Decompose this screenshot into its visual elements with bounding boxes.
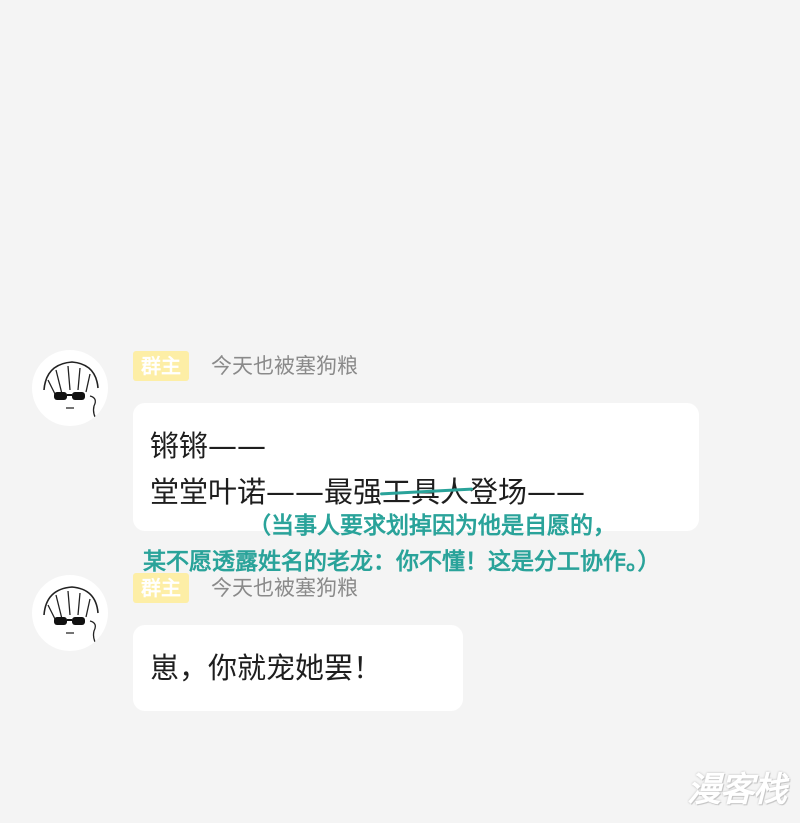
avatar[interactable] [32,575,108,651]
message-line: 崽，你就宠她罢！ [150,651,383,685]
message-line: 锵锵—— [150,429,267,463]
sender-name: 今天也被塞狗粮 [211,354,358,378]
annotation-line: （当事人要求划掉因为他是自愿的， [248,513,616,539]
sender-name: 今天也被塞狗粮 [211,576,358,600]
message-line: 堂堂叶诺——最强工具人 登场—— [150,474,585,510]
avatar[interactable] [32,350,108,426]
annotation-line: 某不愿透露姓名的老龙：你不懂！这是分工协作。） [143,549,661,575]
group-owner-badge: 群主 [133,573,189,603]
group-owner-badge: 群主 [133,351,189,381]
message-text: 堂堂叶诺——最强 [150,475,383,509]
message-text: 登场—— [469,475,586,509]
struck-text: 工具人 [380,474,474,510]
avatar-sunglasses-icon [43,361,99,423]
avatar-sunglasses-icon [43,586,99,648]
watermark-logo: 漫客栈 [687,770,787,810]
